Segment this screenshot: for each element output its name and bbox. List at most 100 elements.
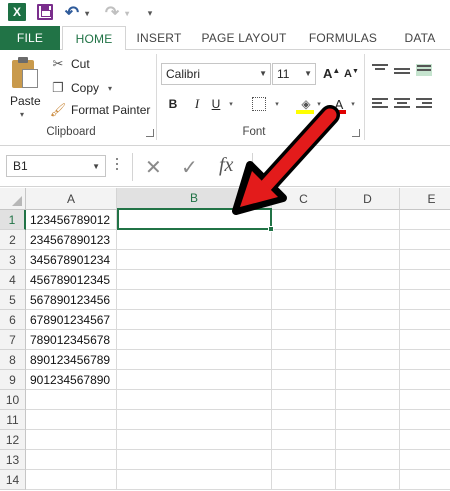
formula-input[interactable] — [252, 153, 450, 181]
cell-d6[interactable] — [336, 310, 400, 330]
clipboard-launcher-icon[interactable] — [146, 129, 154, 137]
cell-d7[interactable] — [336, 330, 400, 350]
tab-formulas[interactable]: FORMULAS — [302, 26, 384, 50]
shrink-font-button[interactable]: A▼ — [344, 68, 359, 80]
cell-a8[interactable]: 890123456789 — [26, 350, 117, 370]
underline-dropdown-icon[interactable]: ▾ — [226, 94, 236, 114]
column-header-c[interactable]: C — [272, 188, 336, 210]
column-header-a[interactable]: A — [26, 188, 117, 210]
cell-c6[interactable] — [272, 310, 336, 330]
cell-c7[interactable] — [272, 330, 336, 350]
row-header-1[interactable]: 1 — [0, 210, 26, 230]
copy-button[interactable]: ❐ Copy ▾ — [50, 78, 112, 98]
enter-icon[interactable]: ✓ — [181, 155, 198, 180]
select-all-button[interactable] — [0, 188, 26, 210]
cell-a13[interactable] — [26, 450, 117, 470]
column-header-b[interactable]: B — [117, 188, 272, 210]
cell-c14[interactable] — [272, 470, 336, 490]
cell-a5[interactable]: 567890123456 — [26, 290, 117, 310]
copy-dropdown-icon[interactable]: ▾ — [108, 84, 112, 93]
cell-a2[interactable]: 234567890123 — [26, 230, 117, 250]
grow-font-button[interactable]: A▲ — [323, 66, 340, 81]
row-header-14[interactable]: 14 — [0, 470, 26, 490]
cell-b7[interactable] — [117, 330, 272, 350]
cell-b2[interactable] — [117, 230, 272, 250]
align-bottom-icon[interactable] — [416, 64, 432, 76]
italic-button[interactable]: I — [190, 94, 204, 114]
tab-data[interactable]: DATA — [392, 26, 448, 50]
cell-e1[interactable] — [400, 210, 450, 230]
cell-b6[interactable] — [117, 310, 272, 330]
cell-d10[interactable] — [336, 390, 400, 410]
name-box[interactable]: B1 ▼ — [6, 155, 106, 177]
cell-c4[interactable] — [272, 270, 336, 290]
borders-icon[interactable] — [252, 97, 266, 111]
cell-c13[interactable] — [272, 450, 336, 470]
format-painter-button[interactable]: 🖌 Format Painter — [50, 100, 151, 120]
row-header-8[interactable]: 8 — [0, 350, 26, 370]
cell-a9[interactable]: 901234567890 — [26, 370, 117, 390]
cell-d1[interactable] — [336, 210, 400, 230]
cell-c9[interactable] — [272, 370, 336, 390]
cell-a4[interactable]: 456789012345 — [26, 270, 117, 290]
font-name-select[interactable]: Calibri ▼ — [161, 63, 271, 85]
row-header-2[interactable]: 2 — [0, 230, 26, 250]
cell-c12[interactable] — [272, 430, 336, 450]
cell-b4[interactable] — [117, 270, 272, 290]
align-center-icon[interactable] — [394, 98, 410, 110]
cell-c10[interactable] — [272, 390, 336, 410]
cell-c1[interactable] — [272, 210, 336, 230]
cell-e7[interactable] — [400, 330, 450, 350]
tab-home[interactable]: HOME — [62, 26, 126, 51]
cell-d5[interactable] — [336, 290, 400, 310]
cell-a6[interactable]: 678901234567 — [26, 310, 117, 330]
cell-e8[interactable] — [400, 350, 450, 370]
cut-button[interactable]: ✂ Cut — [50, 54, 90, 74]
row-header-10[interactable]: 10 — [0, 390, 26, 410]
cell-d12[interactable] — [336, 430, 400, 450]
cell-b3[interactable] — [117, 250, 272, 270]
cell-e3[interactable] — [400, 250, 450, 270]
cell-d8[interactable] — [336, 350, 400, 370]
align-top-icon[interactable] — [372, 64, 388, 76]
cancel-icon[interactable]: ✕ — [145, 155, 162, 180]
cell-e11[interactable] — [400, 410, 450, 430]
row-header-11[interactable]: 11 — [0, 410, 26, 430]
row-header-9[interactable]: 9 — [0, 370, 26, 390]
cell-b9[interactable] — [117, 370, 272, 390]
cell-e9[interactable] — [400, 370, 450, 390]
borders-dropdown-icon[interactable]: ▾ — [272, 94, 282, 114]
row-header-3[interactable]: 3 — [0, 250, 26, 270]
cell-b10[interactable] — [117, 390, 272, 410]
row-header-12[interactable]: 12 — [0, 430, 26, 450]
redo-dropdown-icon[interactable]: ▾ — [125, 9, 129, 18]
tab-insert[interactable]: INSERT — [130, 26, 188, 50]
cell-d11[interactable] — [336, 410, 400, 430]
column-header-d[interactable]: D — [336, 188, 400, 210]
row-header-13[interactable]: 13 — [0, 450, 26, 470]
cell-d9[interactable] — [336, 370, 400, 390]
redo-button[interactable]: ↷ ▾ — [105, 3, 129, 23]
underline-button[interactable]: U — [209, 94, 223, 114]
paste-dropdown-icon[interactable]: ▾ — [20, 110, 24, 119]
tab-file[interactable]: FILE — [0, 26, 60, 50]
cell-d4[interactable] — [336, 270, 400, 290]
align-left-icon[interactable] — [372, 98, 388, 110]
cell-b5[interactable] — [117, 290, 272, 310]
save-icon[interactable] — [37, 4, 53, 20]
drag-handle-icon[interactable] — [116, 158, 120, 174]
undo-button[interactable]: ↶ ▾ — [65, 3, 89, 23]
cell-b12[interactable] — [117, 430, 272, 450]
cell-e2[interactable] — [400, 230, 450, 250]
cell-a11[interactable] — [26, 410, 117, 430]
cell-a1[interactable]: 123456789012 — [26, 210, 117, 230]
cell-e4[interactable] — [400, 270, 450, 290]
cell-a14[interactable] — [26, 470, 117, 490]
font-color-dropdown-icon[interactable]: ▾ — [348, 94, 358, 114]
fill-handle[interactable] — [268, 226, 274, 232]
cell-c5[interactable] — [272, 290, 336, 310]
cell-e10[interactable] — [400, 390, 450, 410]
align-right-icon[interactable] — [416, 98, 432, 110]
row-header-4[interactable]: 4 — [0, 270, 26, 290]
cell-d3[interactable] — [336, 250, 400, 270]
